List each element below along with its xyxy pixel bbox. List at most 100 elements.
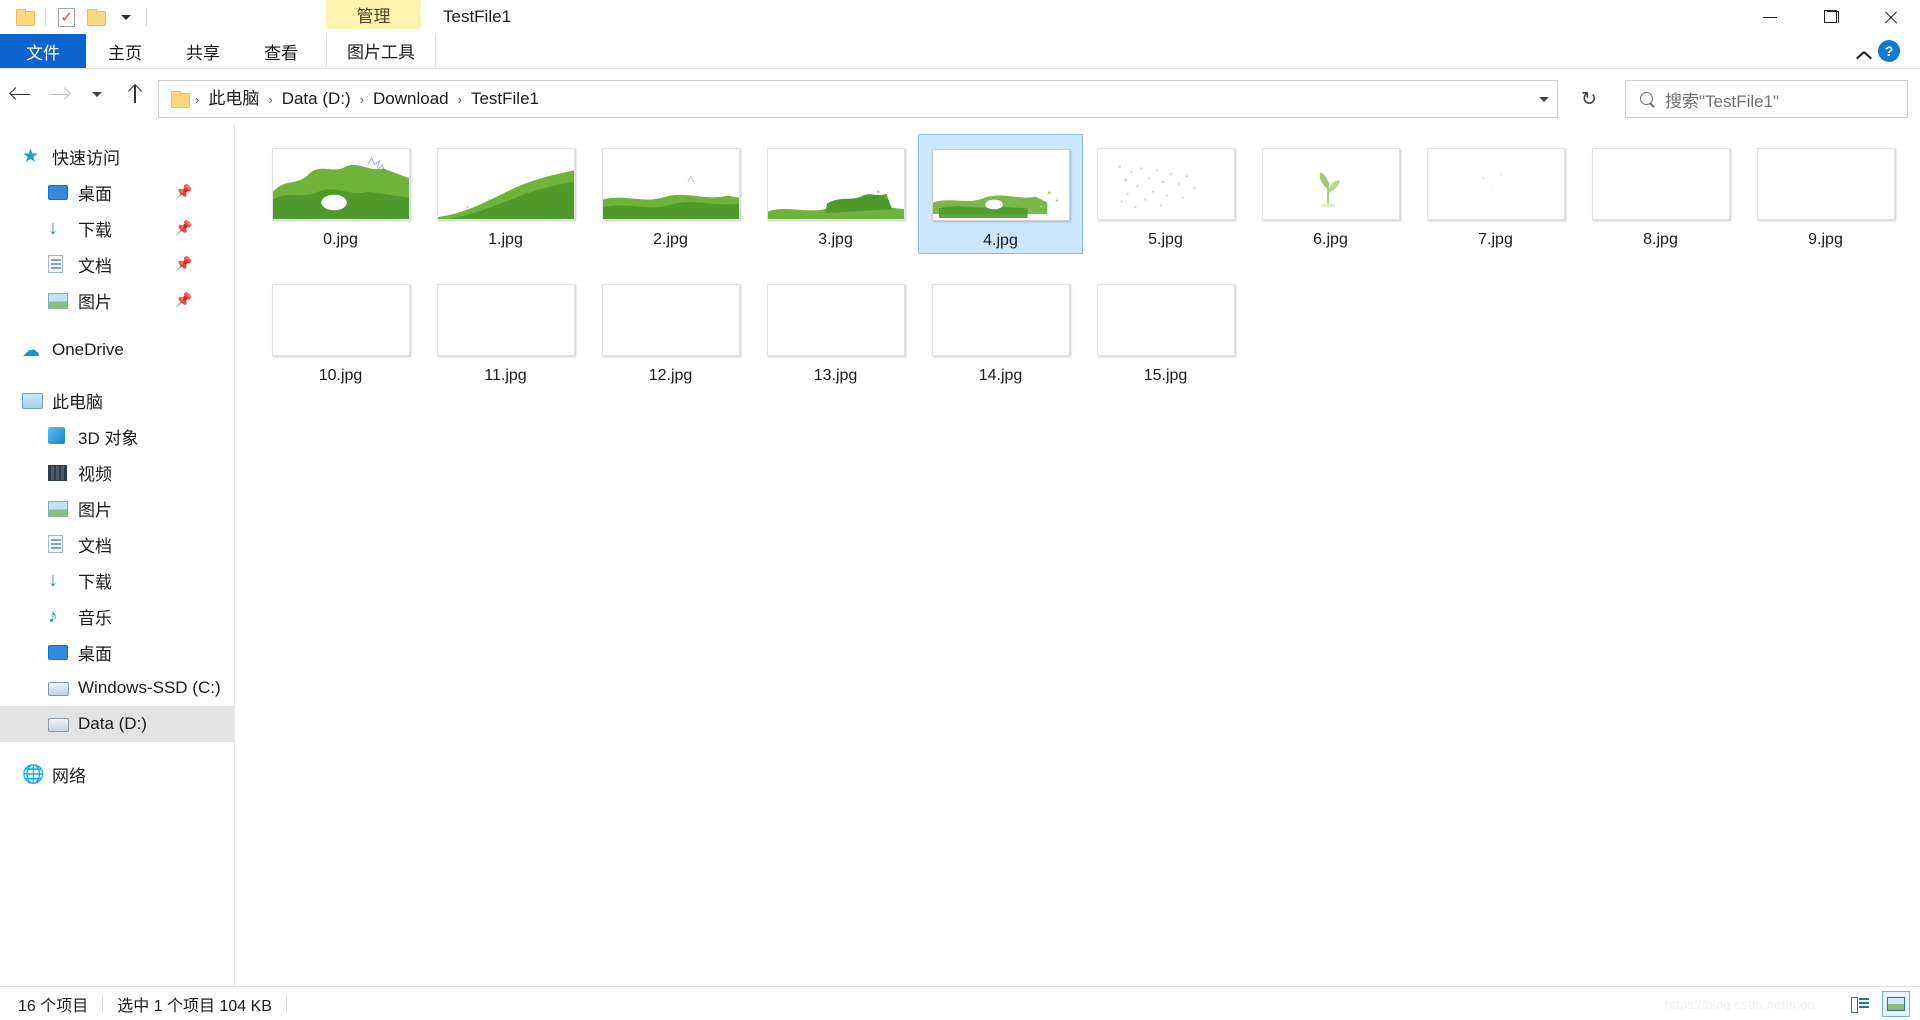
pin-icon[interactable]: 📌	[175, 221, 192, 235]
file-item[interactable]: 15.jpg	[1083, 270, 1248, 390]
sidebar-label: Data (D:)	[78, 714, 147, 733]
file-name-label: 13.jpg	[813, 367, 858, 384]
sidebar-item-downloads[interactable]: ↓ 下载 📌	[0, 210, 234, 246]
breadcrumb-item-data-d[interactable]: Data (D:)	[276, 81, 357, 117]
chevron-down-icon[interactable]	[111, 2, 141, 32]
desktop-icon	[48, 643, 69, 662]
breadcrumb-dropdown-icon[interactable]	[1531, 81, 1557, 117]
file-thumbnail	[601, 276, 741, 356]
minimize-button[interactable]	[1740, 0, 1800, 34]
desktop-icon	[48, 183, 69, 202]
tab-view[interactable]: 查看	[242, 34, 320, 68]
sidebar-item-3d-objects[interactable]: 3D 对象	[0, 418, 234, 454]
pictures-icon	[48, 291, 69, 310]
sidebar-item-videos[interactable]: 视频	[0, 454, 234, 490]
sidebar-group-onedrive[interactable]: ☁ OneDrive	[0, 332, 234, 368]
title-bar: 管理 TestFile1	[0, 0, 1920, 34]
back-button[interactable]	[4, 77, 38, 111]
videos-icon	[48, 463, 69, 482]
file-name-label: 15.jpg	[1143, 367, 1188, 384]
file-grid: 0.jpg 1.jpg 2.jpg 3.jpg 4.jpg 5.jpg 6.jp…	[236, 124, 1920, 406]
file-item[interactable]: 9.jpg	[1743, 134, 1908, 254]
pin-icon[interactable]: 📌	[175, 185, 192, 199]
file-item[interactable]: 5.jpg	[1083, 134, 1248, 254]
file-item[interactable]: 11.jpg	[423, 270, 588, 390]
sidebar-item-documents-pc[interactable]: 文档	[0, 526, 234, 562]
details-view-button[interactable]	[1846, 991, 1874, 1017]
sidebar-item-downloads-pc[interactable]: ↓ 下载	[0, 562, 234, 598]
sidebar-item-documents[interactable]: 文档 📌	[0, 246, 234, 282]
file-item[interactable]: 0.jpg	[258, 134, 423, 254]
sidebar-label: 网络	[52, 766, 86, 786]
breadcrumb-item-this-pc[interactable]: 此电脑	[202, 81, 265, 117]
large-icons-view-button[interactable]	[1882, 991, 1910, 1017]
file-thumbnail	[271, 276, 411, 356]
sidebar-item-windows-ssd-c[interactable]: Windows-SSD (C:)	[0, 670, 234, 706]
status-separator-2	[285, 995, 287, 1012]
pc-icon	[22, 391, 43, 410]
file-item[interactable]: 12.jpg	[588, 270, 753, 390]
breadcrumb-item-download[interactable]: Download	[367, 81, 455, 117]
sidebar-group-quick-access[interactable]: ★ 快速访问	[0, 138, 234, 174]
maximize-button[interactable]	[1800, 0, 1860, 34]
breadcrumb-separator: ›	[359, 91, 364, 107]
help-icon[interactable]: ?	[1878, 40, 1900, 62]
sidebar-item-desktop-pc[interactable]: 桌面	[0, 634, 234, 670]
file-name-label: 0.jpg	[323, 231, 358, 248]
up-button[interactable]	[118, 77, 152, 111]
tab-home[interactable]: 主页	[86, 34, 164, 68]
pin-icon[interactable]: 📌	[175, 257, 192, 271]
file-name-label: 5.jpg	[1148, 231, 1183, 248]
recent-locations-button[interactable]	[80, 77, 114, 111]
file-item[interactable]: 1.jpg	[423, 134, 588, 254]
file-item[interactable]: 4.jpg	[918, 134, 1083, 254]
contextual-tab-header[interactable]: 管理	[326, 0, 421, 29]
breadcrumb-separator: ›	[268, 91, 273, 107]
network-icon: 🌐	[22, 763, 45, 784]
sidebar-label: Windows-SSD (C:)	[78, 678, 221, 697]
toolbar-separator-2	[146, 8, 147, 26]
file-thumbnail	[1756, 140, 1896, 220]
file-item[interactable]: 7.jpg	[1413, 134, 1578, 254]
sidebar-item-pictures-pc[interactable]: 图片	[0, 490, 234, 526]
sidebar-item-music[interactable]: ♪ 音乐	[0, 598, 234, 634]
sidebar-group-this-pc[interactable]: 此电脑	[0, 382, 234, 418]
file-name-label: 6.jpg	[1313, 231, 1348, 248]
tab-share[interactable]: 共享	[164, 34, 242, 68]
quick-access-toolbar	[0, 0, 152, 34]
file-name-label: 11.jpg	[484, 367, 527, 384]
folder-icon[interactable]	[10, 2, 40, 32]
file-item[interactable]: 6.jpg	[1248, 134, 1413, 254]
file-name-label: 12.jpg	[648, 367, 693, 384]
file-list-view[interactable]: 0.jpg 1.jpg 2.jpg 3.jpg 4.jpg 5.jpg 6.jp…	[236, 124, 1920, 986]
navigation-pane[interactable]: ★ 快速访问 桌面 📌 ↓ 下载 📌 文档 📌 图片 📌 ☁ OneDrive	[0, 124, 235, 986]
refresh-icon[interactable]: ↻	[1570, 80, 1608, 118]
sidebar-item-desktop[interactable]: 桌面 📌	[0, 174, 234, 210]
documents-icon	[48, 534, 69, 554]
file-item[interactable]: 14.jpg	[918, 270, 1083, 390]
search-input[interactable]: 搜索"TestFile1"	[1625, 80, 1908, 118]
properties-icon[interactable]	[51, 2, 81, 32]
file-item[interactable]: 3.jpg	[753, 134, 918, 254]
window-title: TestFile1	[443, 7, 512, 26]
pin-icon[interactable]: 📌	[175, 293, 192, 307]
view-toggle-group	[1846, 991, 1910, 1017]
breadcrumb[interactable]: › 此电脑 › Data (D:) › Download › TestFile1	[158, 80, 1558, 118]
folder-icon-2[interactable]	[81, 2, 111, 32]
tab-picture-tools[interactable]: 图片工具	[326, 34, 436, 68]
close-button[interactable]	[1860, 0, 1920, 34]
drive-icon	[48, 715, 69, 734]
sidebar-label: 文档	[78, 256, 112, 276]
file-thumbnail	[766, 140, 906, 220]
file-item[interactable]: 10.jpg	[258, 270, 423, 390]
breadcrumb-item-testfile1[interactable]: TestFile1	[465, 81, 545, 117]
sidebar-item-data-d[interactable]: Data (D:)	[0, 706, 234, 742]
file-item[interactable]: 2.jpg	[588, 134, 753, 254]
sidebar-item-pictures[interactable]: 图片 📌	[0, 282, 234, 318]
file-item[interactable]: 13.jpg	[753, 270, 918, 390]
tab-file[interactable]: 文件	[0, 34, 86, 68]
file-item[interactable]: 8.jpg	[1578, 134, 1743, 254]
file-name-label: 9.jpg	[1808, 231, 1843, 248]
file-explorer-window: 管理 TestFile1 文件 主页 共享 查看 图片工具 ? › 此电脑 › …	[0, 0, 1920, 1020]
sidebar-group-network[interactable]: 🌐 网络	[0, 756, 234, 792]
